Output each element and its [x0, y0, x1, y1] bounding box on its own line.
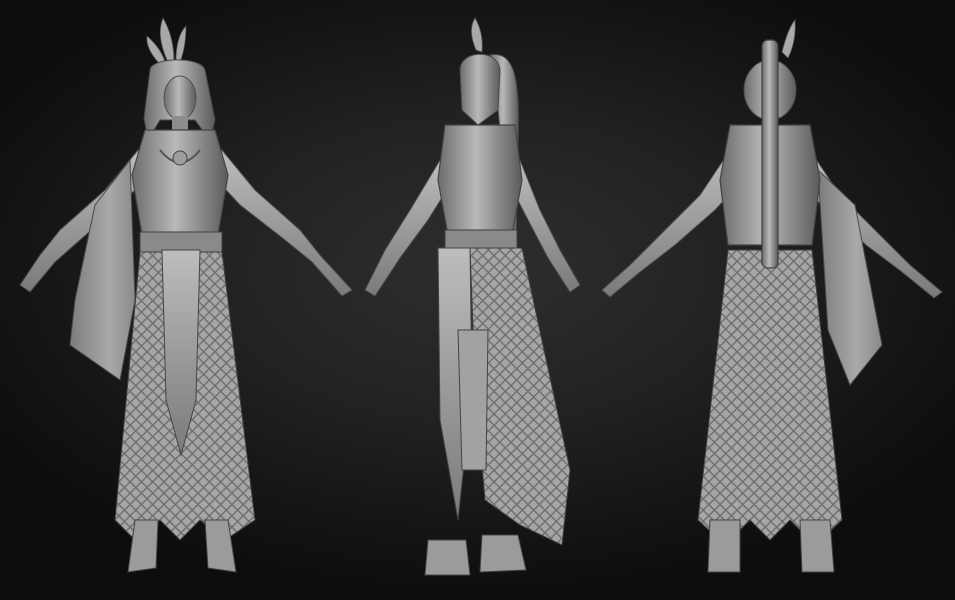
character-back-view: [590, 0, 955, 600]
character-side-view: [330, 0, 630, 600]
hair-feather-ornament: [470, 17, 483, 53]
hair-feather-ornament: [781, 18, 796, 59]
sleeve-drape: [817, 168, 883, 386]
boot-left: [707, 519, 741, 573]
head: [459, 53, 501, 126]
leg: [457, 329, 489, 471]
sculpt-viewport: [0, 0, 955, 600]
boot-right: [799, 519, 835, 573]
boot-right: [479, 534, 527, 573]
ponytail: [761, 39, 779, 269]
left-arm: [364, 158, 451, 297]
torso-armor: [437, 124, 523, 236]
hair-feather-ornament: [146, 17, 187, 65]
torso-armor: [131, 129, 229, 236]
character-front-view: [0, 0, 380, 600]
belt: [444, 229, 518, 251]
scale-skirt: [697, 249, 843, 546]
head: [163, 75, 197, 121]
boot-left: [424, 539, 471, 576]
